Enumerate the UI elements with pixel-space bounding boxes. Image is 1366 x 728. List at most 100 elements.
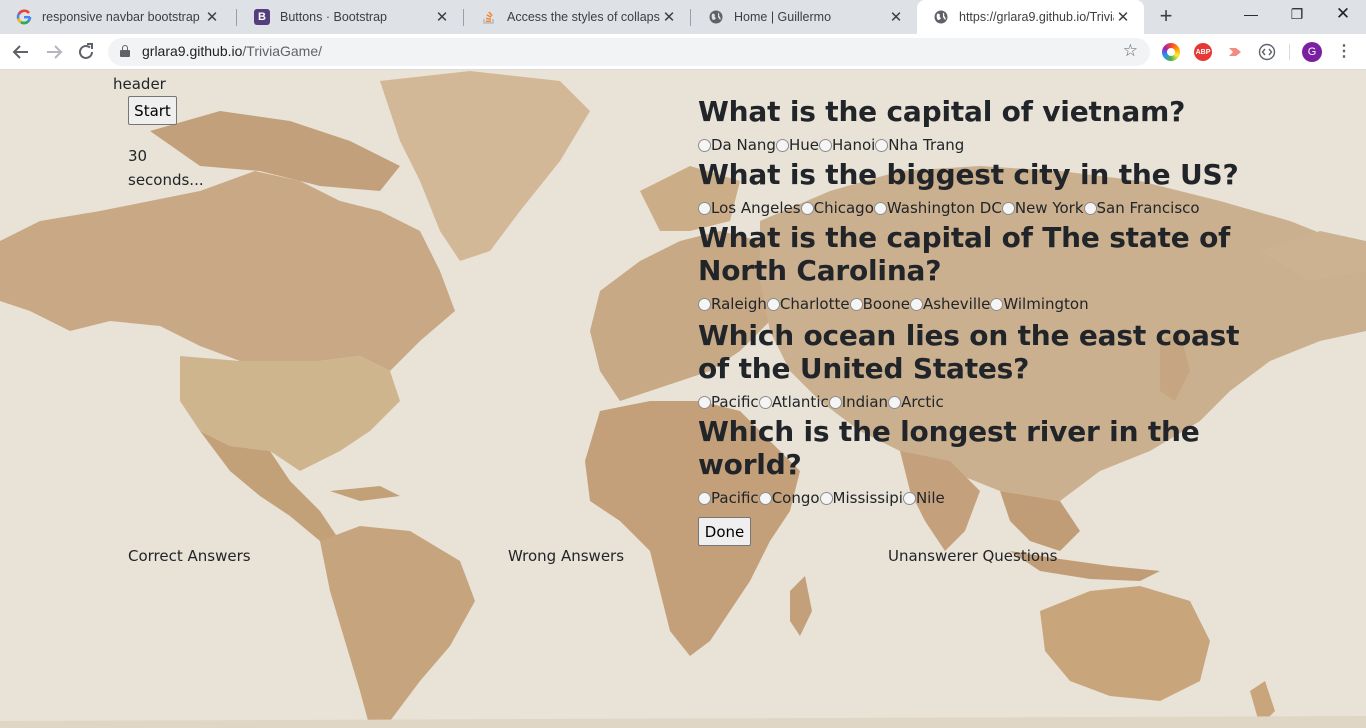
answer-option[interactable]: Los Angeles: [698, 197, 801, 219]
radio-button[interactable]: [849, 297, 863, 311]
browser-tab[interactable]: responsive navbar bootstrap - ✕: [0, 0, 233, 34]
answer-option[interactable]: Da Nang: [698, 134, 776, 156]
radio-button[interactable]: [828, 395, 842, 409]
radio-button[interactable]: [698, 491, 711, 505]
window-close-icon[interactable]: ✕: [1320, 0, 1366, 30]
close-icon[interactable]: ✕: [203, 8, 221, 26]
answer-option[interactable]: Indian: [828, 391, 888, 413]
adblock-plus-icon[interactable]: ABP: [1194, 43, 1212, 61]
radio-button[interactable]: [698, 138, 711, 152]
browser-tab[interactable]: B Buttons · Bootstrap ✕: [238, 0, 463, 34]
back-icon[interactable]: [9, 40, 33, 64]
option-label: Chicago: [813, 199, 874, 217]
tab-title: https://grlara9.github.io/TriviaG: [959, 10, 1114, 24]
close-icon[interactable]: ✕: [660, 8, 678, 26]
answer-option[interactable]: Charlotte: [766, 293, 850, 315]
question-block: What is the capital of The state of Nort…: [698, 221, 1258, 315]
answer-option[interactable]: Asheville: [909, 293, 990, 315]
radio-button[interactable]: [766, 297, 780, 311]
radio-button[interactable]: [888, 395, 902, 409]
minimize-icon[interactable]: —: [1228, 0, 1274, 30]
new-tab-icon[interactable]: +: [1154, 5, 1178, 29]
share-extension-icon[interactable]: [1226, 43, 1244, 61]
radio-button[interactable]: [1001, 201, 1015, 215]
radio-button[interactable]: [818, 138, 832, 152]
close-icon[interactable]: ✕: [887, 8, 905, 26]
globe-icon: [933, 9, 949, 25]
browser-tab[interactable]: Home | Guillermo ✕: [692, 0, 917, 34]
browser-tab-active[interactable]: https://grlara9.github.io/TriviaG ✕: [917, 0, 1144, 34]
answer-option[interactable]: Nha Trang: [875, 134, 964, 156]
question-title: What is the capital of vietnam?: [698, 95, 1186, 128]
page-viewport: header Start 30 seconds... What is the c…: [0, 71, 1366, 728]
answer-options: Pacific Atlantic Indian Arctic: [698, 391, 1258, 413]
question-block: What is the biggest city in the US? Los A…: [698, 158, 1258, 219]
color-picker-extension-icon[interactable]: [1162, 43, 1180, 61]
answer-option[interactable]: Raleigh: [698, 293, 767, 315]
option-label: Pacific: [711, 489, 759, 507]
browser-tab[interactable]: Access the styles of collapsed c ✕: [465, 0, 690, 34]
radio-button[interactable]: [775, 138, 789, 152]
radio-button[interactable]: [698, 297, 711, 311]
answer-options: Pacific Congo Mississipi Nile: [698, 487, 1258, 509]
close-icon[interactable]: ✕: [433, 8, 451, 26]
profile-avatar[interactable]: G: [1302, 42, 1322, 62]
answer-option[interactable]: Pacific: [698, 391, 759, 413]
answer-option[interactable]: Boone: [849, 293, 910, 315]
reload-icon[interactable]: [74, 40, 98, 64]
answer-option[interactable]: Pacific: [698, 487, 759, 509]
radio-button[interactable]: [698, 395, 711, 409]
menu-icon[interactable]: ⋮: [1336, 41, 1352, 61]
radio-button[interactable]: [990, 297, 1004, 311]
answer-option[interactable]: Atlantic: [758, 391, 829, 413]
answer-option[interactable]: Wilmington: [990, 293, 1089, 315]
restore-icon[interactable]: ❐: [1274, 0, 1320, 30]
answer-option[interactable]: San Francisco: [1083, 197, 1200, 219]
tab-separator: [236, 9, 237, 26]
browser-toolbar: grlara9.github.io/TriviaGame/ ☆ ABP G ⋮: [0, 34, 1366, 70]
trivia-app: header Start 30 seconds... What is the c…: [0, 71, 1366, 728]
radio-button[interactable]: [873, 201, 887, 215]
answer-option[interactable]: Washington DC: [873, 197, 1002, 219]
option-label: San Francisco: [1096, 199, 1200, 217]
unanswered-questions-label: Unanswerer Questions: [888, 547, 1058, 565]
answer-option[interactable]: Nile: [902, 487, 945, 509]
code-extension-icon[interactable]: [1258, 43, 1276, 61]
option-label: Nha Trang: [888, 136, 965, 154]
answer-option[interactable]: Hanoi: [818, 134, 875, 156]
answer-options: Los Angeles Chicago Washington DC New York S…: [698, 197, 1258, 219]
bootstrap-icon: B: [254, 9, 270, 25]
done-button[interactable]: Done: [698, 517, 751, 546]
question-title: Which is the longest river in the world?: [698, 415, 1200, 481]
answer-option[interactable]: Mississipi: [819, 487, 903, 509]
address-bar[interactable]: grlara9.github.io/TriviaGame/ ☆: [108, 38, 1150, 66]
radio-button[interactable]: [909, 297, 923, 311]
radio-button[interactable]: [902, 491, 916, 505]
radio-button[interactable]: [698, 201, 711, 215]
browser-tabstrip: responsive navbar bootstrap - ✕ B Button…: [0, 0, 1366, 34]
start-button[interactable]: Start: [128, 96, 177, 125]
close-icon[interactable]: ✕: [1114, 8, 1132, 26]
forward-icon[interactable]: [42, 40, 66, 64]
radio-button[interactable]: [875, 138, 889, 152]
option-label: New York: [1014, 199, 1084, 217]
answer-option[interactable]: Arctic: [888, 391, 944, 413]
radio-button[interactable]: [1083, 201, 1097, 215]
question-block: Which is the longest river in the world?…: [698, 415, 1258, 509]
radio-button[interactable]: [819, 491, 833, 505]
question-block: Which ocean lies on the east coast of th…: [698, 319, 1258, 413]
url-text: grlara9.github.io/TriviaGame/: [142, 43, 323, 59]
radio-button[interactable]: [758, 491, 772, 505]
answer-option[interactable]: New York: [1001, 197, 1084, 219]
option-label: Wilmington: [1003, 295, 1089, 313]
timer-text: 30 seconds...: [128, 147, 204, 189]
correct-answers-label: Correct Answers: [128, 547, 251, 565]
answer-option[interactable]: Chicago: [800, 197, 874, 219]
tab-title: Buttons · Bootstrap: [280, 10, 388, 24]
answer-option[interactable]: Congo: [758, 487, 820, 509]
bookmark-star-icon[interactable]: ☆: [1123, 41, 1138, 61]
radio-button[interactable]: [758, 395, 772, 409]
tab-separator: [690, 9, 691, 26]
answer-option[interactable]: Hue: [775, 134, 819, 156]
radio-button[interactable]: [800, 201, 814, 215]
